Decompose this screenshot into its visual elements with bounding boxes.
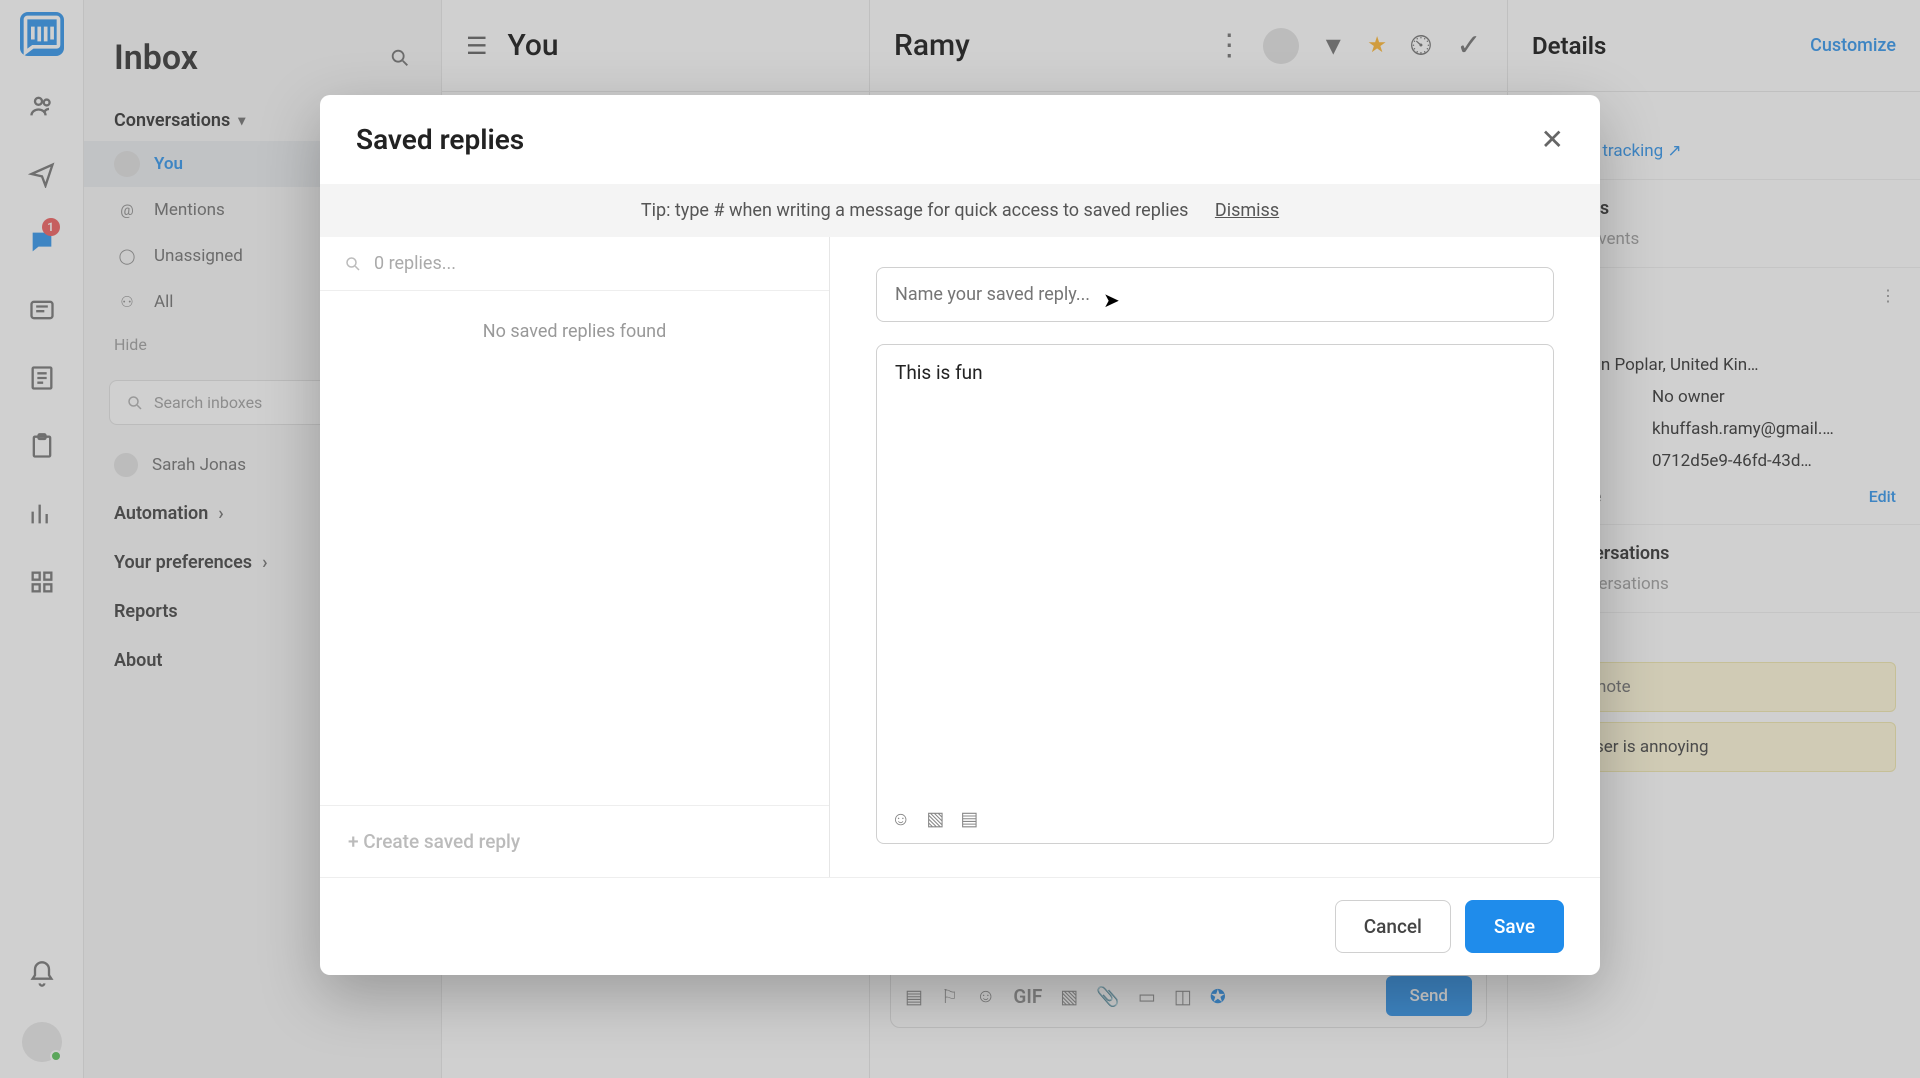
save-button[interactable]: Save	[1465, 900, 1564, 953]
replies-search-input[interactable]: 0 replies...	[320, 237, 829, 291]
reply-name-input[interactable]	[876, 267, 1554, 322]
search-placeholder: 0 replies...	[374, 253, 456, 274]
cancel-button[interactable]: Cancel	[1335, 900, 1451, 953]
modal-title: Saved replies	[356, 123, 524, 156]
modal-overlay: Saved replies ✕ Tip: type # when writing…	[0, 0, 1920, 1078]
create-saved-reply-button[interactable]: + Create saved reply	[320, 805, 829, 877]
image-icon[interactable]: ▧	[926, 807, 944, 831]
reply-body-text: This is fun	[895, 361, 983, 384]
article-icon[interactable]: ▤	[960, 807, 978, 831]
saved-replies-modal: Saved replies ✕ Tip: type # when writing…	[320, 95, 1600, 975]
tip-text: Tip: type # when writing a message for q…	[641, 200, 1189, 221]
tip-bar: Tip: type # when writing a message for q…	[320, 184, 1600, 237]
reply-body-input[interactable]: This is fun ☺ ▧ ▤	[876, 344, 1554, 844]
search-icon	[344, 255, 362, 273]
no-saved-message: No saved replies found	[320, 291, 829, 372]
close-icon[interactable]: ✕	[1541, 123, 1564, 156]
dismiss-link[interactable]: Dismiss	[1215, 200, 1279, 221]
emoji-icon[interactable]: ☺	[891, 807, 910, 831]
